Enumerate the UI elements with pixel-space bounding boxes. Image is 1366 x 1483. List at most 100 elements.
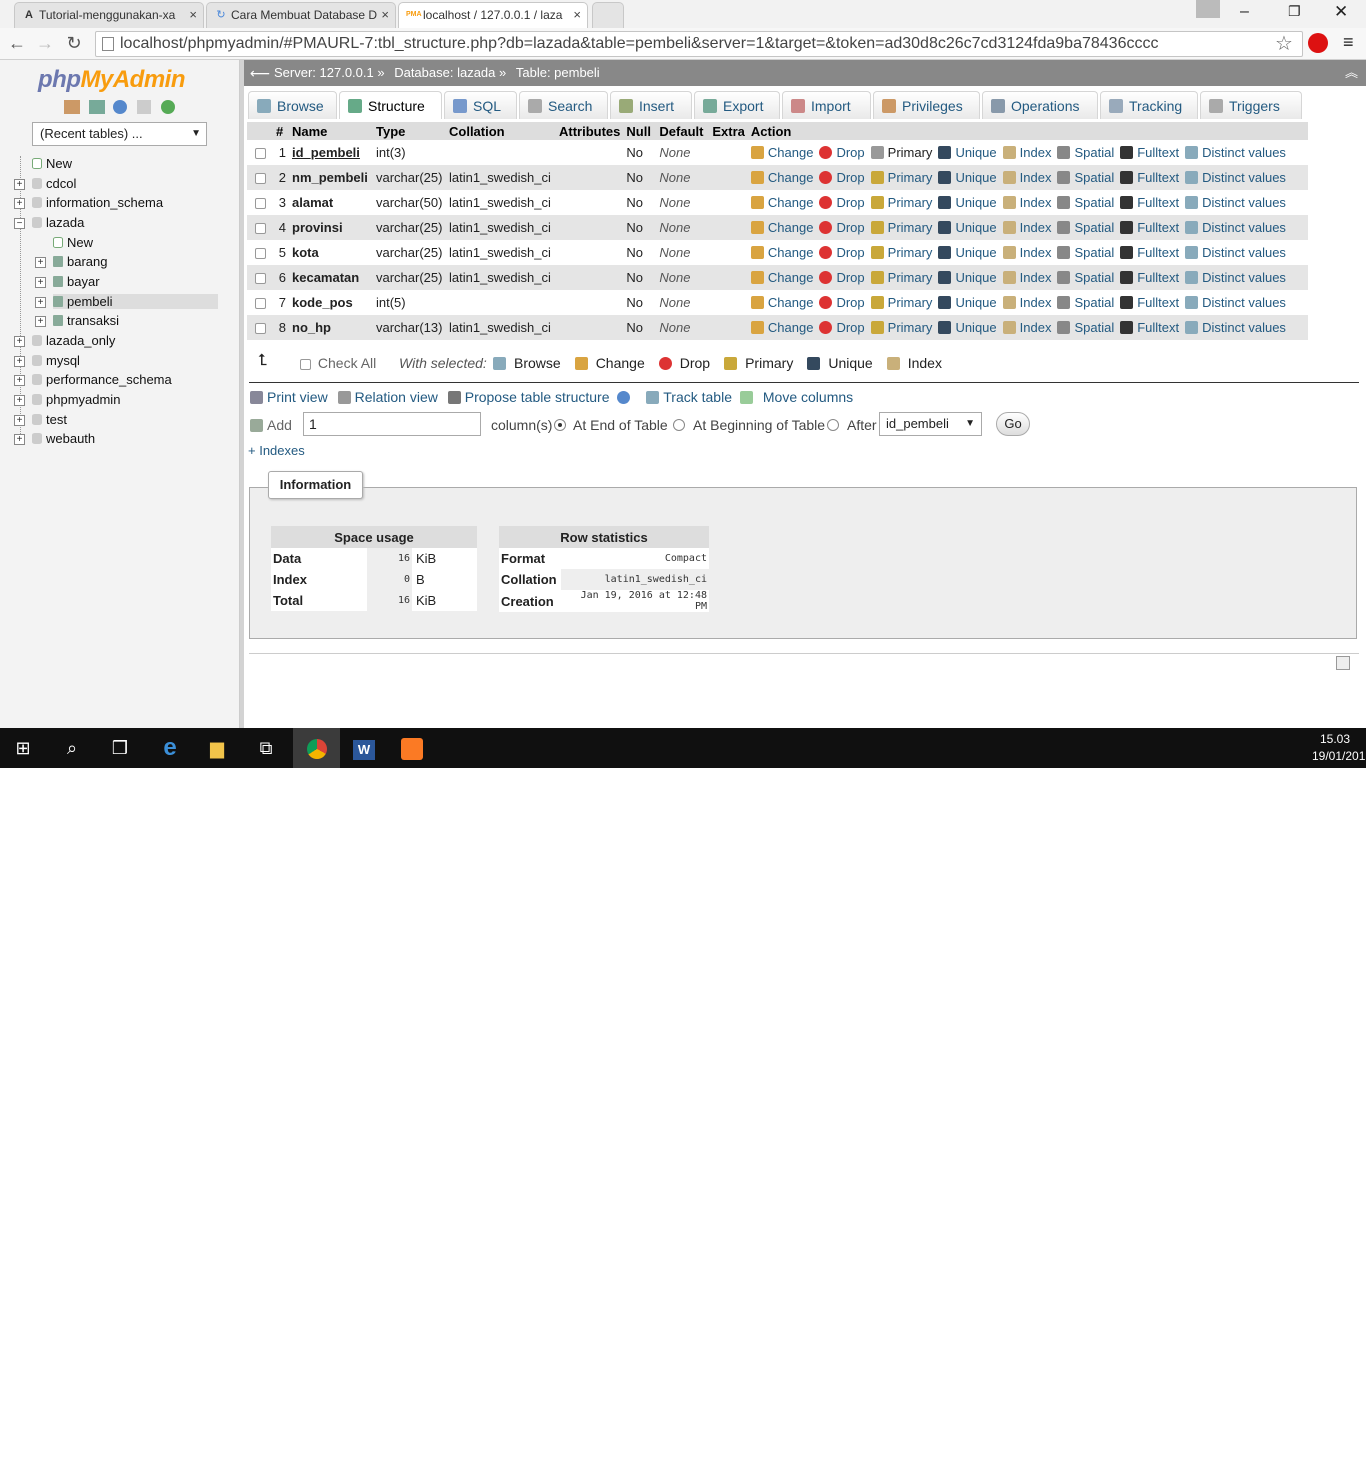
move-columns-link[interactable]: Move columns	[763, 389, 853, 405]
action-spatial[interactable]: Spatial	[1074, 320, 1114, 335]
tree-item-new[interactable]: New	[53, 235, 93, 250]
expand-icon[interactable]: +	[14, 415, 25, 426]
action-fulltext[interactable]: Fulltext	[1137, 245, 1179, 260]
tree-item-bayar[interactable]: bayar	[53, 274, 100, 289]
scroll-top-icon[interactable]: ︽	[1345, 60, 1358, 86]
expand-icon[interactable]: +	[35, 297, 46, 308]
action-distinct-values[interactable]: Distinct values	[1202, 195, 1286, 210]
expand-icon[interactable]: +	[14, 395, 25, 406]
tree-item-lazada-only[interactable]: lazada_only	[32, 333, 115, 348]
close-icon[interactable]: ×	[381, 7, 389, 22]
action-spatial[interactable]: Spatial	[1074, 145, 1114, 160]
action-distinct-values[interactable]: Distinct values	[1202, 295, 1286, 310]
action-fulltext[interactable]: Fulltext	[1137, 320, 1179, 335]
action-spatial[interactable]: Spatial	[1074, 195, 1114, 210]
action-drop[interactable]: Drop	[836, 220, 864, 235]
breadcrumb-server[interactable]: Server: 127.0.0.1 »	[274, 65, 385, 80]
display-icon[interactable]: ▣	[1189, 1467, 1201, 1482]
action-primary[interactable]: Primary	[888, 145, 933, 160]
row-checkbox[interactable]	[254, 148, 266, 160]
tree-item-phpmyadmin[interactable]: phpmyadmin	[32, 392, 120, 407]
action-primary[interactable]: Primary	[888, 195, 933, 210]
action-unique[interactable]: Unique	[955, 270, 996, 285]
tab-browse[interactable]: Browse	[248, 91, 337, 119]
tree-item-pembeli[interactable]: pembeli	[53, 294, 218, 309]
action-unique[interactable]: Unique	[955, 245, 996, 260]
row-checkbox[interactable]	[254, 273, 266, 285]
reload-icon[interactable]: ↻	[62, 32, 86, 56]
print-view-link[interactable]: Print view	[267, 389, 328, 405]
action-fulltext[interactable]: Fulltext	[1137, 170, 1179, 185]
minimize-icon[interactable]: –	[1240, 3, 1249, 21]
tree-item-transaksi[interactable]: transaksi	[53, 313, 119, 328]
action-index[interactable]: Index	[1020, 220, 1052, 235]
action-fulltext[interactable]: Fulltext	[1137, 195, 1179, 210]
after-column-select[interactable]: id_pembeli ▼	[879, 412, 982, 436]
xampp-icon[interactable]	[389, 728, 435, 768]
tab-export[interactable]: Export	[694, 91, 780, 119]
breadcrumb-table[interactable]: Table: pembeli	[516, 65, 600, 80]
bulk-drop-button[interactable]: Drop	[680, 355, 710, 371]
action-fulltext[interactable]: Fulltext	[1137, 270, 1179, 285]
action-change[interactable]: Change	[768, 220, 814, 235]
bulk-unique-button[interactable]: Unique	[828, 355, 872, 371]
action-unique[interactable]: Unique	[955, 295, 996, 310]
breadcrumb-database[interactable]: Database: lazada »	[394, 65, 506, 80]
row-checkbox[interactable]	[254, 223, 266, 235]
action-unique[interactable]: Unique	[955, 220, 996, 235]
action-change[interactable]: Change	[768, 245, 814, 260]
tree-item-mysql[interactable]: mysql	[32, 353, 80, 368]
action-change[interactable]: Change	[768, 320, 814, 335]
action-distinct-values[interactable]: Distinct values	[1202, 245, 1286, 260]
edge-icon[interactable]: e	[147, 728, 193, 768]
action-unique[interactable]: Unique	[955, 320, 996, 335]
action-index[interactable]: Index	[1020, 245, 1052, 260]
task-view-icon[interactable]: ❒	[97, 728, 143, 768]
expand-icon[interactable]: +	[14, 198, 25, 209]
action-drop[interactable]: Drop	[836, 245, 864, 260]
expand-icon[interactable]: +	[35, 257, 46, 268]
action-drop[interactable]: Drop	[836, 295, 864, 310]
wifi-icon[interactable]: ◠	[1211, 1467, 1222, 1482]
action-index[interactable]: Index	[1020, 320, 1052, 335]
tree-item-information-schema[interactable]: information_schema	[32, 195, 163, 210]
radio-end[interactable]	[554, 419, 566, 431]
expand-icon[interactable]: −	[14, 218, 25, 229]
cell-checkbox[interactable]	[247, 190, 273, 215]
action-spatial[interactable]: Spatial	[1074, 295, 1114, 310]
action-index[interactable]: Index	[1020, 145, 1052, 160]
cell-checkbox[interactable]	[247, 215, 273, 240]
file-explorer-icon[interactable]: ▆	[194, 728, 240, 768]
row-checkbox[interactable]	[254, 173, 266, 185]
menu-icon[interactable]: ≡	[1343, 32, 1354, 53]
radio-after[interactable]	[827, 419, 839, 431]
tree-item-cdcol[interactable]: cdcol	[32, 176, 76, 191]
tab-tracking[interactable]: Tracking	[1100, 91, 1198, 119]
expand-icon[interactable]: +	[14, 179, 25, 190]
relation-view-link[interactable]: Relation view	[355, 389, 438, 405]
action-drop[interactable]: Drop	[836, 320, 864, 335]
docs-icon[interactable]	[137, 100, 151, 114]
help-icon[interactable]	[617, 391, 631, 404]
expand-icon[interactable]: +	[14, 375, 25, 386]
radio-beginning[interactable]	[673, 419, 685, 431]
action-primary[interactable]: Primary	[888, 220, 933, 235]
cell-checkbox[interactable]	[247, 265, 273, 290]
battery-icon[interactable]: ▭	[1168, 1467, 1180, 1482]
close-icon[interactable]: ×	[573, 7, 581, 22]
search-icon[interactable]: ⌕	[49, 728, 95, 768]
expand-icon[interactable]: +	[14, 356, 25, 367]
bulk-index-button[interactable]: Index	[908, 355, 942, 371]
close-icon[interactable]: ×	[189, 7, 197, 22]
tree-item-barang[interactable]: barang	[53, 254, 107, 269]
go-button[interactable]: Go	[996, 412, 1030, 436]
user-icon[interactable]	[1196, 0, 1220, 18]
home-icon[interactable]	[64, 100, 80, 114]
propose-structure-link[interactable]: Propose table structure	[465, 389, 610, 405]
tab-search[interactable]: Search	[519, 91, 608, 119]
action-distinct-values[interactable]: Distinct values	[1202, 270, 1286, 285]
adblock-icon[interactable]	[1308, 33, 1328, 53]
check-all-control[interactable]: Check All	[300, 355, 376, 371]
tree-item-new[interactable]: New	[32, 156, 72, 171]
action-drop[interactable]: Drop	[836, 195, 864, 210]
